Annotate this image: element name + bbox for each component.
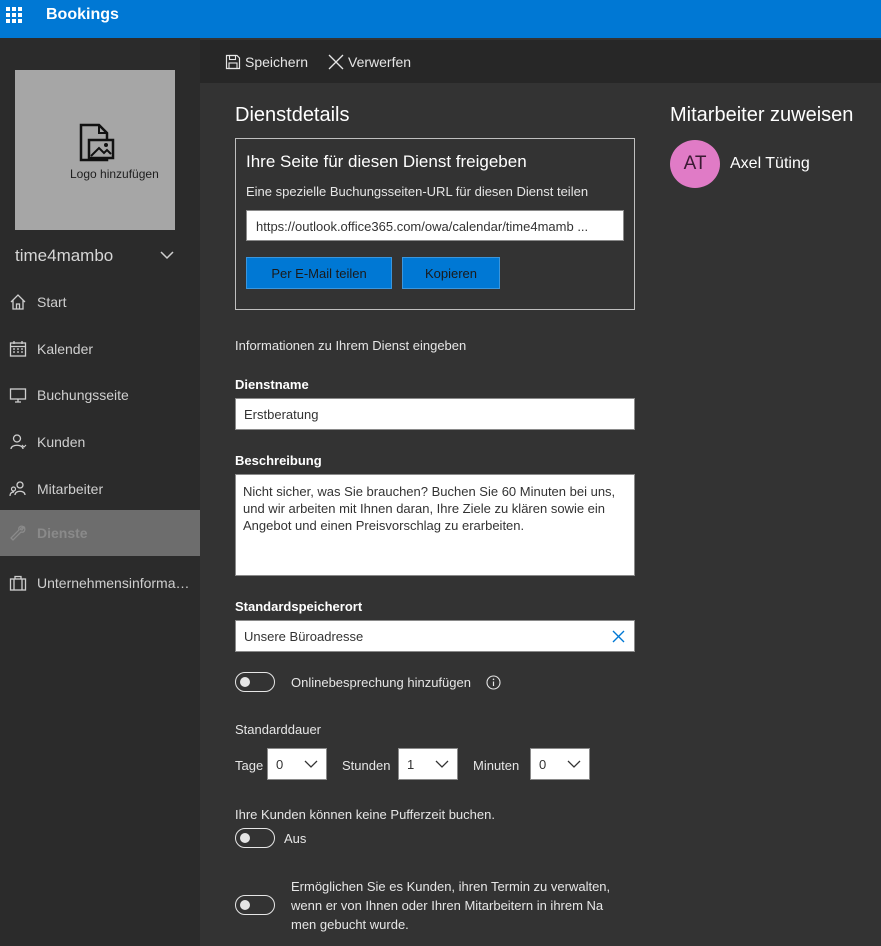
sidebar-item-dienste[interactable]: Dienste xyxy=(0,510,200,556)
manage-appointment-line-1: Ermöglichen Sie es Kunden, ihren Termin … xyxy=(291,879,611,894)
chevron-down-icon xyxy=(304,760,318,768)
hours-dropdown[interactable]: 1 xyxy=(398,748,458,780)
chevron-down-icon xyxy=(435,760,449,768)
sidebar-item-unternehmensinformationen[interactable]: Unternehmensinforma… xyxy=(0,560,200,606)
sidebar: Logo hinzufügen time4mambo Start Kalende… xyxy=(0,38,200,946)
buffer-text: Ihre Kunden können keine Pufferzeit buch… xyxy=(235,807,495,822)
sidebar-item-label: Buchungsseite xyxy=(37,387,129,403)
sidebar-item-label: Mitarbeiter xyxy=(37,481,104,497)
share-subtitle: Eine spezielle Buchungsseiten-URL für di… xyxy=(246,184,589,199)
app-title[interactable]: Bookings xyxy=(46,6,119,24)
image-add-icon xyxy=(79,123,115,162)
info-icon[interactable] xyxy=(486,675,501,690)
description-textarea[interactable]: Nicht sicher, was Sie brauchen? Buchen S… xyxy=(235,474,635,576)
location-input[interactable]: Unsere Büroadresse xyxy=(235,620,635,652)
online-meeting-toggle[interactable] xyxy=(235,672,275,692)
save-icon xyxy=(225,54,241,70)
manage-appointment-toggle[interactable] xyxy=(235,895,275,915)
sidebar-item-buchungsseite[interactable]: Buchungsseite xyxy=(0,372,200,418)
logo-label: Logo hinzufügen xyxy=(70,167,159,181)
calendar-icon xyxy=(9,341,27,357)
save-button[interactable]: Speichern xyxy=(225,52,308,72)
service-details-heading: Dienstdetails xyxy=(235,104,350,126)
manage-appointment-line-3: men gebucht wurde. xyxy=(291,917,409,932)
share-title: Ihre Seite für diesen Dienst freigeben xyxy=(246,152,527,171)
assign-staff-heading: Mitarbeiter zuweisen xyxy=(670,104,854,126)
online-meeting-label: Onlinebesprechung hinzufügen xyxy=(291,675,471,690)
chevron-down-icon[interactable] xyxy=(158,246,176,264)
minutes-dropdown[interactable]: 0 xyxy=(530,748,590,780)
share-email-button[interactable]: Per E-Mail teilen xyxy=(246,257,392,289)
booking-url-field[interactable]: https://outlook.office365.com/owa/calend… xyxy=(246,210,624,241)
service-name-label: Dienstname xyxy=(235,377,309,392)
sidebar-item-kunden[interactable]: Kunden xyxy=(0,419,200,465)
home-icon xyxy=(10,294,26,310)
avatar[interactable]: AT xyxy=(670,140,720,188)
days-value: 0 xyxy=(276,756,284,772)
business-name[interactable]: time4mambo xyxy=(15,246,113,266)
sidebar-item-label: Unternehmensinforma… xyxy=(37,575,190,591)
clear-icon[interactable] xyxy=(612,630,625,643)
monitor-icon xyxy=(9,388,27,403)
briefcase-icon xyxy=(9,575,27,591)
days-dropdown[interactable]: 0 xyxy=(267,748,327,780)
chevron-down-icon xyxy=(567,760,581,768)
days-label: Tage xyxy=(235,758,264,773)
sidebar-item-mitarbeiter[interactable]: Mitarbeiter xyxy=(0,466,200,512)
service-name-input[interactable]: Erstberatung xyxy=(235,398,635,430)
hours-value: 1 xyxy=(407,756,415,772)
save-label: Speichern xyxy=(245,54,309,70)
app-launcher-icon[interactable] xyxy=(6,7,22,23)
sidebar-item-kalender[interactable]: Kalender xyxy=(0,326,200,372)
logo-upload[interactable]: Logo hinzufügen xyxy=(15,70,175,230)
people-icon xyxy=(9,481,26,497)
manage-appointment-line-2: wenn er von Ihnen oder Ihren Mitarbeiter… xyxy=(291,898,604,913)
sidebar-item-start[interactable]: Start xyxy=(0,279,200,325)
wrench-icon xyxy=(10,525,26,541)
minutes-value: 0 xyxy=(539,756,547,772)
service-intro: Informationen zu Ihrem Dienst eingeben xyxy=(235,338,467,353)
top-bar: Bookings xyxy=(0,0,881,38)
sidebar-item-label: Start xyxy=(37,294,67,310)
discard-label: Verwerfen xyxy=(348,54,412,70)
buffer-toggle[interactable] xyxy=(235,828,275,848)
share-panel: Ihre Seite für diesen Dienst freigeben E… xyxy=(235,138,635,310)
close-icon xyxy=(328,54,344,70)
location-label: Standardspeicherort xyxy=(235,599,363,614)
command-bar: Speichern Verwerfen xyxy=(200,40,881,83)
buffer-state: Aus xyxy=(284,831,307,846)
minutes-label: Minuten xyxy=(473,758,520,773)
copy-button[interactable]: Kopieren xyxy=(402,257,500,289)
sidebar-item-label: Dienste xyxy=(37,525,88,541)
person-icon xyxy=(10,434,27,450)
staff-member-name[interactable]: Axel Tüting xyxy=(730,155,810,173)
sidebar-item-label: Kalender xyxy=(37,341,94,357)
duration-label: Standarddauer xyxy=(235,722,322,737)
description-label: Beschreibung xyxy=(235,453,322,468)
location-value: Unsere Büroadresse xyxy=(244,628,364,644)
hours-label: Stunden xyxy=(342,758,391,773)
discard-button[interactable]: Verwerfen xyxy=(328,52,411,72)
sidebar-item-label: Kunden xyxy=(37,434,86,450)
